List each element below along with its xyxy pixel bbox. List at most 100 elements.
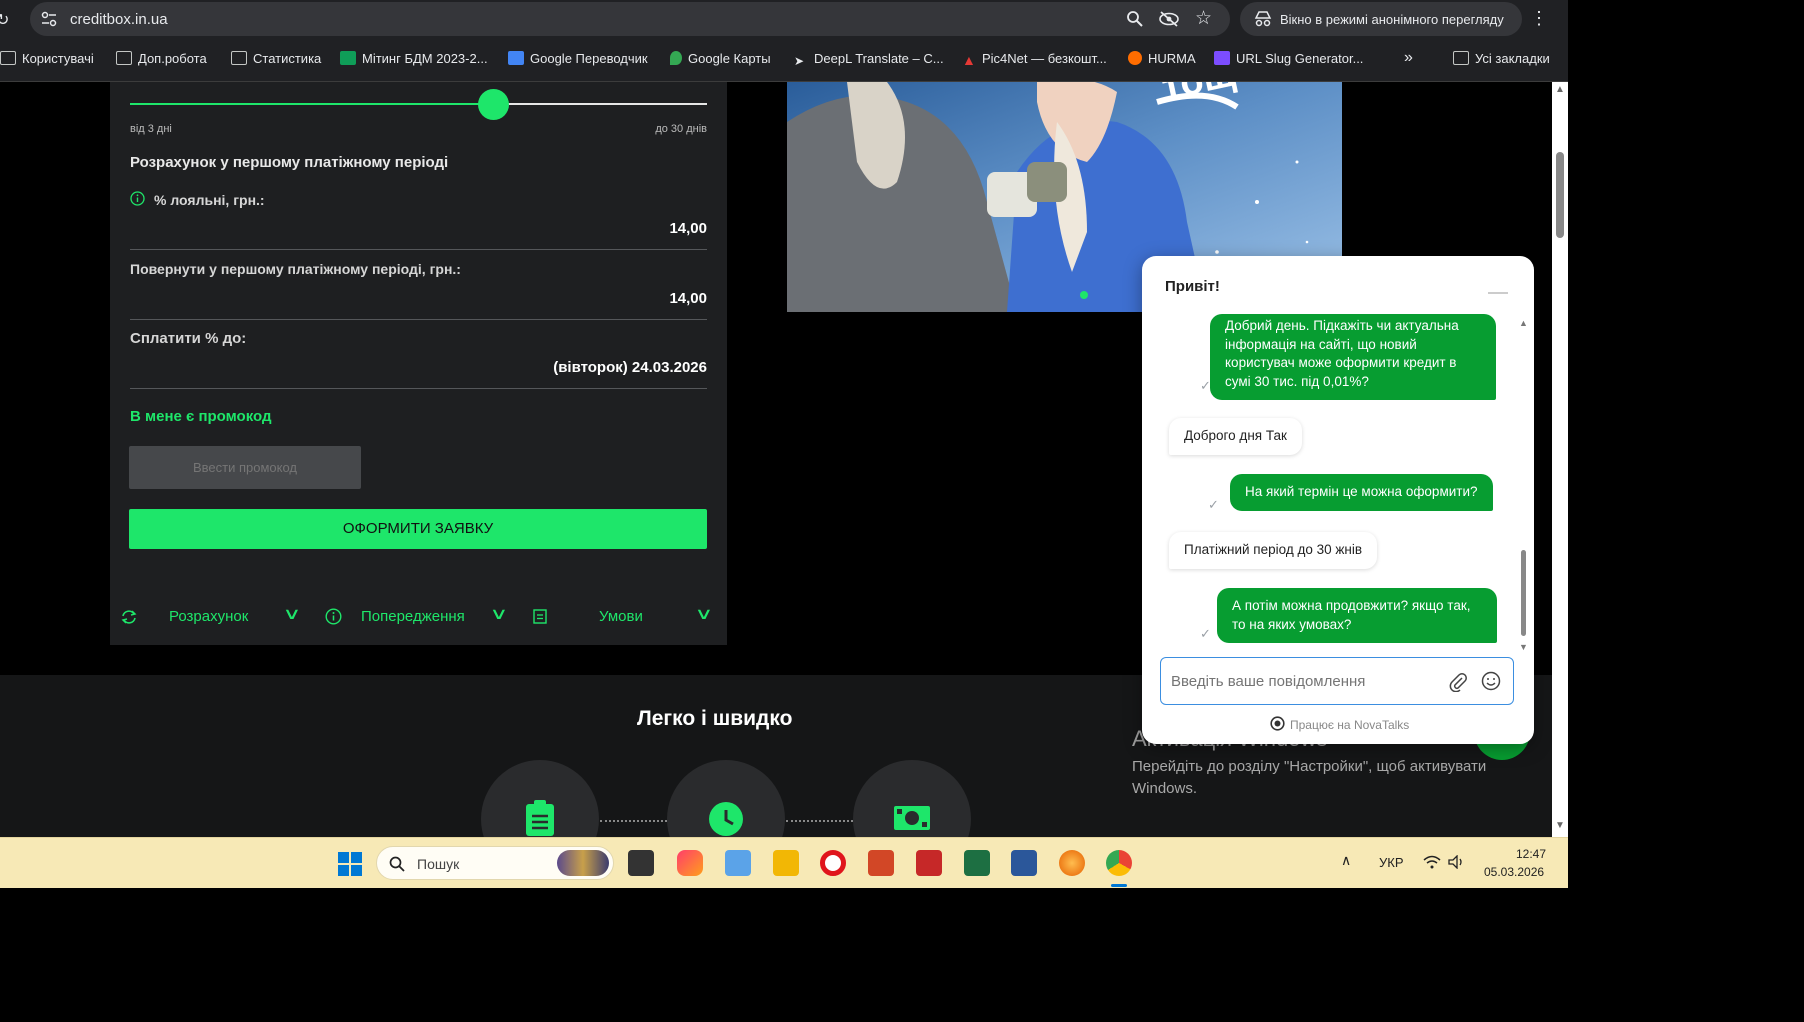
chevron-down-icon[interactable]: ∨ [282, 604, 301, 624]
input-language[interactable]: УКР [1379, 855, 1404, 870]
bookmark-deepl[interactable]: ➤ DeepL Translate – C... [794, 51, 944, 68]
submit-application-button[interactable]: ОФОРМИТИ ЗАЯВКУ [129, 509, 707, 549]
incognito-label: Вікно в режимі анонімного перегляду [1280, 12, 1504, 27]
pdf-app-icon[interactable] [916, 850, 942, 876]
slider-max-label: до 30 днів [655, 123, 707, 135]
powered-by-label[interactable]: Працює на NovaTalks [1290, 718, 1409, 732]
bookmark-url-slug[interactable]: URL Slug Generator... [1214, 51, 1363, 66]
bookmark-label: Мітинг БДМ 2023-2... [362, 51, 488, 66]
bookmark-google-maps[interactable]: Google Карты [670, 51, 771, 66]
scroll-down-arrow[interactable]: ▼ [1555, 820, 1565, 831]
clipboard-icon [526, 800, 554, 836]
message-input[interactable] [1171, 670, 1441, 692]
promo-code-input[interactable] [129, 446, 361, 489]
pay-until-value: (вівторок) 24.03.2026 [553, 359, 707, 376]
folder-icon [116, 51, 132, 65]
tray-overflow-chevron-icon[interactable]: ∧ [1341, 852, 1351, 869]
scroll-down-arrow[interactable]: ▼ [1519, 642, 1528, 652]
windows-start-icon[interactable] [338, 852, 362, 876]
file-explorer-icon[interactable] [773, 850, 799, 876]
all-bookmarks-label: Усі закладки [1475, 51, 1550, 66]
tab-calculation[interactable]: Розрахунок [169, 608, 248, 625]
opera-icon[interactable] [820, 850, 846, 876]
return-amount-value: 14,00 [669, 290, 707, 307]
user-message: На який термін це можна оформити? [1230, 474, 1493, 511]
task-view-icon[interactable] [628, 850, 654, 876]
reload-icon[interactable]: ↻ [0, 10, 9, 30]
warning-info-icon [325, 608, 342, 625]
word-icon[interactable] [1011, 850, 1037, 876]
wifi-icon[interactable] [1423, 855, 1441, 869]
info-icon[interactable] [130, 191, 145, 206]
section-heading: Легко і швидко [637, 707, 793, 730]
folder-icon [1453, 51, 1469, 65]
divider [130, 319, 707, 320]
dotted-connector [600, 820, 667, 822]
eye-off-icon[interactable] [1158, 10, 1180, 28]
tab-warnings[interactable]: Попередження [361, 608, 465, 625]
sent-check-icon: ✓ [1208, 497, 1219, 512]
folder-icon [231, 51, 247, 65]
browser-menu-icon[interactable]: ⋮ [1530, 8, 1548, 29]
excel-icon[interactable] [964, 850, 990, 876]
zoom-icon[interactable] [1126, 10, 1144, 28]
bookmark-hurma[interactable]: HURMA [1128, 51, 1196, 66]
novatalks-logo-icon [1270, 716, 1285, 731]
incognito-indicator[interactable]: Вікно в режимі анонімного перегляду [1240, 2, 1522, 36]
bookmark-google-translate[interactable]: Google Переводчик [508, 51, 648, 66]
scroll-thumb[interactable] [1556, 152, 1564, 238]
sent-check-icon: ✓ [1200, 378, 1211, 393]
all-bookmarks-button[interactable]: Усі закладки [1453, 51, 1550, 66]
scroll-up-arrow[interactable]: ▲ [1519, 318, 1528, 328]
site-settings-icon[interactable] [40, 11, 58, 27]
bookmark-label: Google Переводчик [530, 51, 648, 66]
chat-scrollbar[interactable]: ▲ ▼ [1519, 318, 1528, 652]
feature-circle [481, 760, 599, 837]
powerpoint-icon[interactable] [868, 850, 894, 876]
return-amount-label: Повернути у першому платіжному періоді, … [130, 261, 461, 277]
minimize-chat-button[interactable] [1488, 292, 1508, 294]
chrome-icon[interactable] [1106, 850, 1132, 876]
pay-until-label: Сплатити % до: [130, 330, 247, 347]
feature-circle [853, 760, 971, 837]
folder-icon [0, 51, 16, 65]
scroll-up-arrow[interactable]: ▲ [1555, 84, 1565, 95]
attach-paperclip-icon[interactable] [1449, 672, 1467, 692]
page-scrollbar[interactable]: ▲ ▼ [1552, 82, 1568, 837]
volume-icon[interactable] [1448, 855, 1466, 869]
divider [130, 249, 707, 250]
creative-cloud-icon[interactable] [677, 850, 703, 876]
slider-thumb[interactable] [478, 89, 509, 120]
url-text[interactable]: creditbox.in.ua [70, 11, 168, 28]
browser-top-bar: ↻ creditbox.in.ua ☆ Вікно в режимі аноні… [0, 0, 1568, 40]
slider-min-label: від 3 дні [130, 123, 172, 135]
bookmark-users[interactable]: Користувачі [0, 51, 94, 66]
tab-conditions[interactable]: Умови [599, 608, 643, 625]
loyal-percent-value: 14,00 [669, 220, 707, 237]
firefox-icon[interactable] [1059, 850, 1085, 876]
chevron-down-icon[interactable]: ∨ [694, 604, 713, 624]
dotted-connector [786, 820, 853, 822]
clock-date[interactable]: 05.03.2026 [1484, 865, 1544, 879]
bookmarks-overflow-button[interactable]: » [1404, 49, 1413, 67]
loan-calculator: від 3 дні до 30 днів Розрахунок у першом… [110, 82, 727, 645]
address-bar[interactable]: creditbox.in.ua ☆ [30, 2, 1230, 36]
term-slider[interactable] [130, 89, 707, 120]
url-slug-icon [1214, 51, 1230, 65]
emoji-icon[interactable] [1481, 671, 1501, 691]
divider [130, 388, 707, 389]
bookmark-star-icon[interactable]: ☆ [1195, 7, 1212, 30]
chat-scroll-thumb[interactable] [1521, 550, 1526, 636]
feature-circle [667, 760, 785, 837]
promo-code-link[interactable]: В мене є промокод [130, 408, 272, 425]
taskbar-search-box[interactable]: Пошук [376, 846, 614, 880]
chevron-down-icon[interactable]: ∨ [489, 604, 508, 624]
clock-time[interactable]: 12:47 [1516, 847, 1546, 861]
bookmark-meeting[interactable]: Мітинг БДМ 2023-2... [340, 51, 488, 66]
bookmark-statistics[interactable]: Статистика [231, 51, 321, 66]
bookmark-extra-work[interactable]: Доп.робота [116, 51, 207, 66]
bookmark-pic4net[interactable]: ▲ Pic4Net — безкошт... [962, 51, 1107, 68]
incognito-icon [1254, 11, 1272, 27]
message-input-box[interactable] [1160, 657, 1514, 705]
snipping-tool-icon[interactable] [725, 850, 751, 876]
